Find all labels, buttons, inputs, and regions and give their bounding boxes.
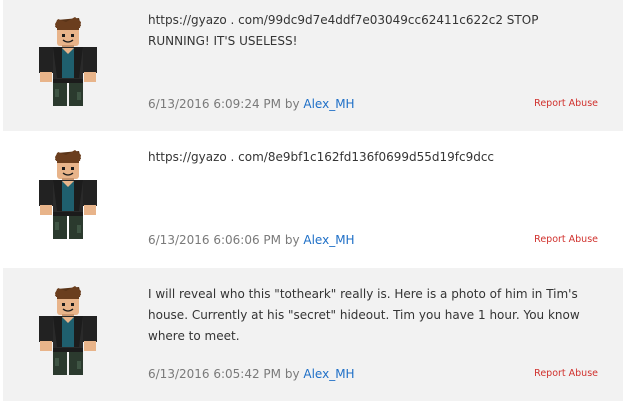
comment-text: https://gyazo . com/8e9bf1c162fd136f0699… — [148, 150, 495, 164]
comment-timestamp: 6/13/2016 6:05:42 PM — [148, 367, 282, 381]
comment-by-label: by — [284, 233, 300, 247]
roblox-avatar-icon — [33, 14, 103, 109]
comment-text: https://gyazo . com/99dc9d7e4ddf7e03049c… — [148, 13, 539, 48]
comment-author-link[interactable]: Alex_MH — [303, 233, 354, 247]
comment-list: https://gyazo . com/99dc9d7e4ddf7e03049c… — [0, 0, 626, 405]
roblox-avatar-icon — [33, 283, 103, 378]
comment-author-link[interactable]: Alex_MH — [303, 97, 354, 111]
comment-meta: 6/13/2016 6:06:06 PM by Alex_MH — [148, 233, 355, 247]
comment-item: I will reveal who this "totheark" really… — [3, 268, 623, 401]
roblox-avatar-icon — [33, 147, 103, 242]
comment-meta: 6/13/2016 6:09:24 PM by Alex_MH — [148, 97, 355, 111]
comment-text: I will reveal who this "totheark" really… — [148, 287, 580, 343]
comment-by-label: by — [284, 367, 300, 381]
user-avatar[interactable] — [33, 283, 103, 378]
comment-timestamp: 6/13/2016 6:09:24 PM — [148, 97, 282, 111]
comment-by-label: by — [284, 97, 300, 111]
comment-author-link[interactable]: Alex_MH — [303, 367, 354, 381]
comment-timestamp: 6/13/2016 6:06:06 PM — [148, 233, 282, 247]
comment-item: https://gyazo . com/8e9bf1c162fd136f0699… — [3, 134, 623, 264]
comment-item: https://gyazo . com/99dc9d7e4ddf7e03049c… — [3, 0, 623, 131]
comment-meta: 6/13/2016 6:05:42 PM by Alex_MH — [148, 367, 355, 381]
report-abuse-link[interactable]: Report Abuse — [534, 98, 598, 109]
report-abuse-link[interactable]: Report Abuse — [534, 234, 598, 245]
user-avatar[interactable] — [33, 14, 103, 109]
report-abuse-link[interactable]: Report Abuse — [534, 368, 598, 379]
user-avatar[interactable] — [33, 147, 103, 242]
